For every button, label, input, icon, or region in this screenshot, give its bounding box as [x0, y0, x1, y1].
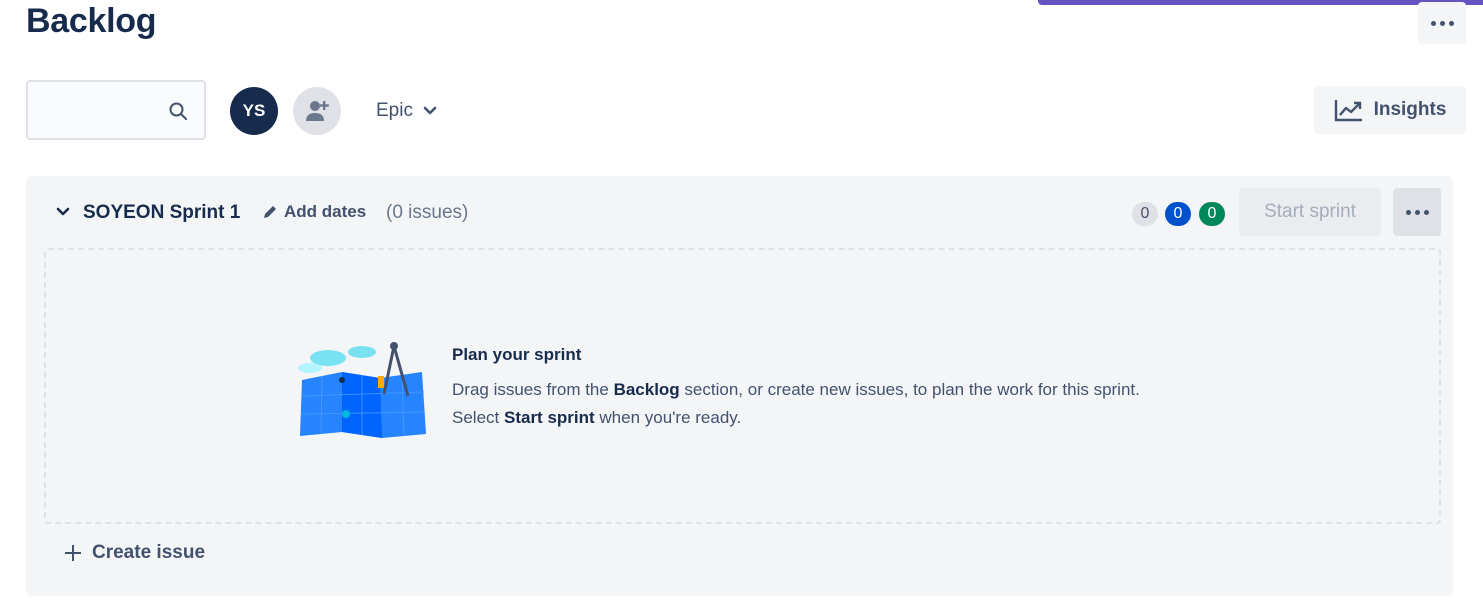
sprint-container: SOYEON Sprint 1 Add dates (0 issues) 0 0…: [26, 176, 1453, 596]
start-sprint-emphasis: Start sprint: [503, 408, 595, 427]
user-avatar[interactable]: YS: [230, 87, 278, 135]
more-icon: [1405, 209, 1429, 215]
done-count-badge: 0: [1199, 202, 1225, 226]
start-sprint-button[interactable]: Start sprint: [1239, 188, 1381, 236]
epic-filter-label: Epic: [376, 100, 413, 121]
sprint-drop-zone[interactable]: Plan your sprint Drag issues from the Ba…: [44, 248, 1441, 524]
insights-button[interactable]: Insights: [1314, 86, 1466, 134]
in-progress-count-badge: 0: [1165, 202, 1191, 226]
backlog-emphasis: Backlog: [613, 380, 680, 399]
plus-icon: [65, 545, 81, 561]
create-issue-button[interactable]: Create issue: [64, 542, 205, 564]
chevron-down-icon: [423, 106, 437, 115]
sprint-name[interactable]: SOYEON Sprint 1: [83, 202, 240, 224]
page-title: Backlog: [26, 2, 157, 40]
create-issue-label: Create issue: [92, 542, 206, 563]
todo-count-badge: 0: [1132, 202, 1158, 226]
top-accent-bar: [1038, 0, 1483, 5]
search-icon: [168, 101, 188, 126]
sprint-more-actions-button[interactable]: [1393, 188, 1441, 236]
sprint-planning-illustration: [298, 342, 426, 438]
empty-state-description: Drag issues from the Backlog section, or…: [452, 380, 1140, 427]
more-icon: [1430, 20, 1454, 26]
add-person-icon: [306, 101, 329, 121]
empty-state-title: Plan your sprint: [452, 345, 582, 364]
collapse-chevron-icon[interactable]: [56, 204, 70, 222]
chart-trend-icon: [1334, 100, 1362, 122]
page-more-actions-button[interactable]: [1418, 2, 1466, 44]
sprint-issue-count: (0 issues): [386, 202, 469, 223]
sprint-header: SOYEON Sprint 1 Add dates (0 issues) 0 0…: [26, 176, 1453, 248]
search-field[interactable]: [36, 90, 156, 130]
search-input[interactable]: [26, 80, 206, 140]
add-dates-button[interactable]: Add dates: [262, 202, 366, 222]
add-people-button[interactable]: [293, 87, 341, 135]
insights-label: Insights: [1373, 99, 1447, 120]
epic-filter-dropdown[interactable]: Epic: [366, 92, 447, 130]
add-dates-label: Add dates: [284, 202, 367, 221]
pencil-icon: [264, 206, 276, 218]
